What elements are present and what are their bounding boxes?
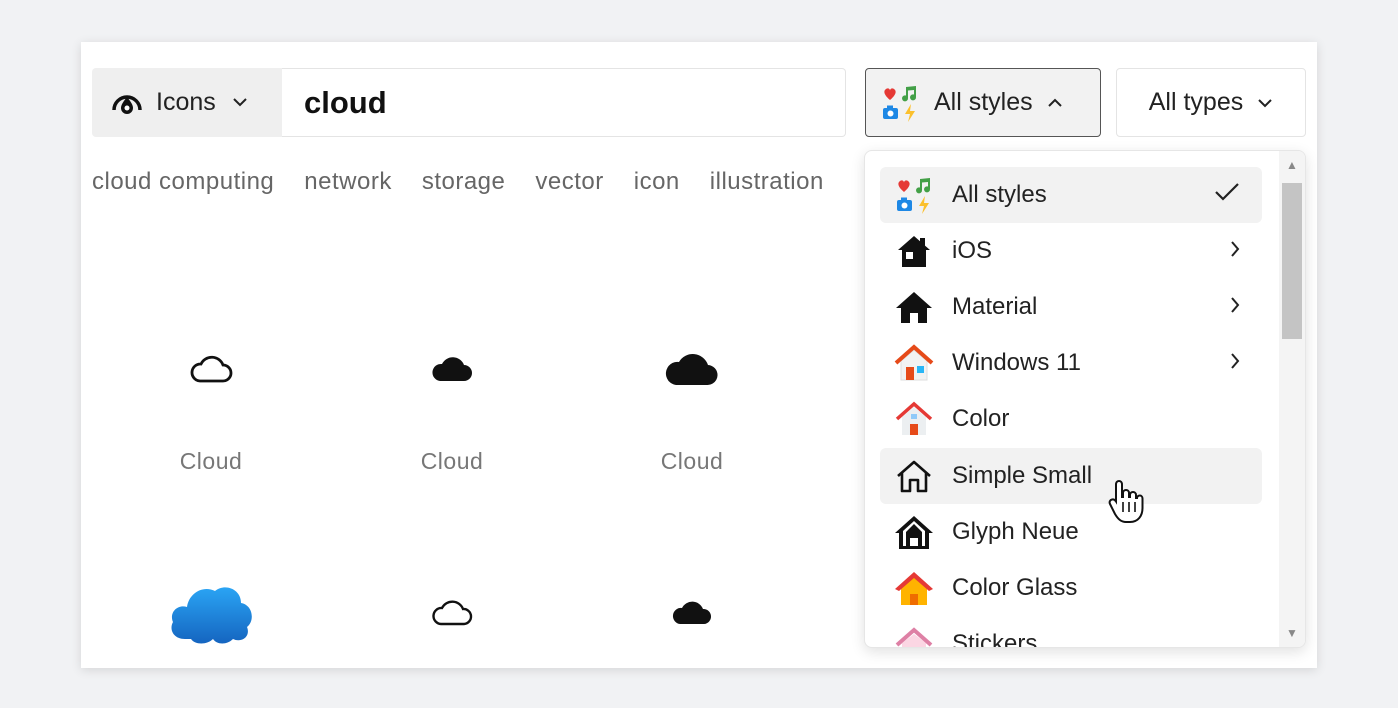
related-tags: cloud computing network storage vector i… <box>92 168 824 196</box>
menu-item-color-glass[interactable]: Color Glass <box>880 560 1262 616</box>
result-item[interactable]: Cloud <box>592 338 792 475</box>
menu-item-label: Simple Small <box>952 462 1093 489</box>
menu-item-label: Color Glass <box>952 574 1078 601</box>
home-simple-small-icon <box>892 454 936 498</box>
home-ios-icon <box>892 229 936 273</box>
cloud-filled-small-icon <box>672 601 712 624</box>
menu-item-color[interactable]: Color <box>880 391 1262 447</box>
all-styles-icon <box>883 85 917 122</box>
cloud-filled-large-icon <box>665 354 718 386</box>
menu-item-all-styles[interactable]: All styles <box>880 167 1262 223</box>
dropdown-scrollbar[interactable]: ▲ ▼ <box>1279 151 1305 647</box>
type-selector[interactable]: Icons <box>92 68 282 137</box>
tag-network[interactable]: network <box>304 168 392 196</box>
styles-dropdown-button[interactable]: All styles <box>865 68 1101 137</box>
menu-item-glyph-neue[interactable]: Glyph Neue <box>880 504 1262 560</box>
search-bar: Icons <box>92 68 846 137</box>
scrollbar-thumb[interactable] <box>1282 183 1302 339</box>
check-icon <box>1214 182 1240 208</box>
cloud-outline-small-icon <box>432 600 473 626</box>
result-item[interactable] <box>352 582 552 642</box>
menu-item-material[interactable]: Material <box>880 279 1262 335</box>
home-material-icon <box>892 285 936 329</box>
menu-item-label: iOS <box>952 237 993 264</box>
menu-item-label: Material <box>952 293 1038 320</box>
chevron-down-icon <box>1258 98 1272 107</box>
result-label: Cloud <box>660 448 724 474</box>
tag-illustration[interactable]: illustration <box>710 168 824 196</box>
search-input[interactable] <box>282 68 846 137</box>
home-glyph-icon <box>892 510 936 554</box>
cloud-color-icon <box>171 587 252 644</box>
home-color-icon <box>892 397 936 441</box>
chevron-up-icon <box>1047 98 1062 107</box>
chevron-right-icon <box>1230 294 1240 320</box>
types-dropdown-label: All types <box>1148 88 1244 116</box>
styles-dropdown-menu: All styles iOS Material Windows 11 Color… <box>864 150 1306 648</box>
result-label: Cloud <box>420 448 484 474</box>
home-stickers-icon <box>892 622 936 647</box>
cloud-outline-icon <box>190 355 233 383</box>
menu-item-label: Stickers <box>952 630 1038 648</box>
all-styles-icon <box>892 173 936 217</box>
result-item[interactable]: Cloud <box>352 338 552 475</box>
result-item[interactable] <box>111 576 311 648</box>
hand-cursor-icon <box>1108 478 1144 529</box>
types-dropdown-button[interactable]: All types <box>1116 68 1306 137</box>
result-label: Cloud <box>179 448 243 474</box>
cloud-filled-icon <box>432 357 472 381</box>
styles-dropdown-label: All styles <box>934 88 1033 116</box>
menu-item-stickers[interactable]: Stickers <box>880 616 1262 648</box>
icons-type-icon <box>112 94 142 114</box>
search-panel: Icons All styles All types cloud computi… <box>81 42 1317 668</box>
tag-icon[interactable]: icon <box>634 168 680 196</box>
scroll-down-arrow-icon[interactable]: ▼ <box>1279 621 1305 645</box>
tag-cloud-computing[interactable]: cloud computing <box>92 168 274 196</box>
menu-item-ios[interactable]: iOS <box>880 223 1262 279</box>
result-item[interactable] <box>592 582 792 642</box>
menu-item-label: All styles <box>952 181 1047 208</box>
chevron-right-icon <box>1230 238 1240 264</box>
menu-item-label: Glyph Neue <box>952 518 1079 545</box>
menu-item-label: Color <box>952 405 1010 432</box>
result-item[interactable]: Cloud <box>111 338 311 475</box>
menu-item-windows-11[interactable]: Windows 11 <box>880 335 1262 391</box>
tag-vector[interactable]: vector <box>535 168 603 196</box>
menu-item-label: Windows 11 <box>952 349 1081 376</box>
scroll-up-arrow-icon[interactable]: ▲ <box>1279 153 1305 177</box>
home-windows-icon <box>892 341 936 385</box>
type-selector-label: Icons <box>156 88 216 116</box>
tag-storage[interactable]: storage <box>422 168 506 196</box>
chevron-down-icon <box>232 94 248 112</box>
chevron-right-icon <box>1230 350 1240 376</box>
home-color-glass-icon <box>892 566 936 610</box>
menu-item-simple-small[interactable]: Simple Small <box>880 448 1262 504</box>
